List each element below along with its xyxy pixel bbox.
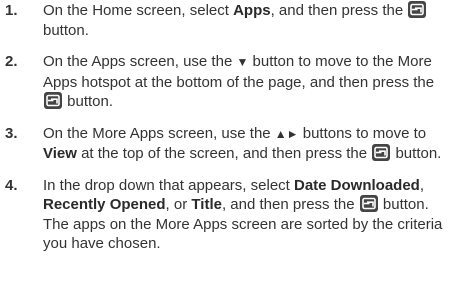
step-number: 4.: [5, 176, 18, 194]
enter-button-icon: [359, 195, 378, 212]
step-number: 2.: [5, 53, 18, 70]
enter-button-icon: [44, 92, 62, 109]
step-text: button.: [43, 21, 89, 39]
enter-button-icon: [372, 144, 391, 161]
step-3: 3. On the More Apps screen, use the ▲► b…: [0, 124, 449, 164]
step-text: In the drop down that appears, select: [43, 176, 294, 194]
enter-button-icon: [408, 1, 427, 18]
step-number: 3.: [5, 124, 18, 142]
view-term: View: [43, 145, 77, 162]
step-text: buttons to move to: [298, 124, 427, 142]
step-text: On the More Apps screen, use the: [43, 124, 275, 142]
step-text: On the Home screen, select: [43, 2, 234, 19]
step-text: , or: [165, 196, 192, 213]
up-right-arrow-icon: ▲►: [274, 126, 299, 141]
step-number: 1.: [5, 2, 18, 19]
step-text: , and then press the: [270, 2, 408, 19]
step-4: 4. In the drop down that appears, select…: [0, 176, 449, 254]
step-text: , and then press the: [221, 196, 359, 213]
step-2: 2. On the Apps screen, use the ▼ button …: [0, 52, 449, 112]
step-1: 1. On the Home screen, select Apps, and …: [0, 1, 449, 40]
instruction-steps: 1. On the Home screen, select Apps, and …: [0, 0, 449, 254]
step-text: at the top of the screen, and then press…: [76, 145, 372, 162]
step-text: ,: [419, 176, 425, 194]
step-text: button.: [391, 145, 442, 162]
down-arrow-icon: ▼: [236, 55, 249, 69]
title-term: Title: [191, 196, 222, 213]
recently-opened-term: Recently Opened: [43, 196, 166, 213]
apps-term: Apps: [233, 2, 271, 19]
date-downloaded-term: Date Downloaded: [294, 176, 420, 194]
step-text: button.: [63, 93, 114, 110]
step-text: On the Apps screen, use the: [43, 53, 237, 70]
